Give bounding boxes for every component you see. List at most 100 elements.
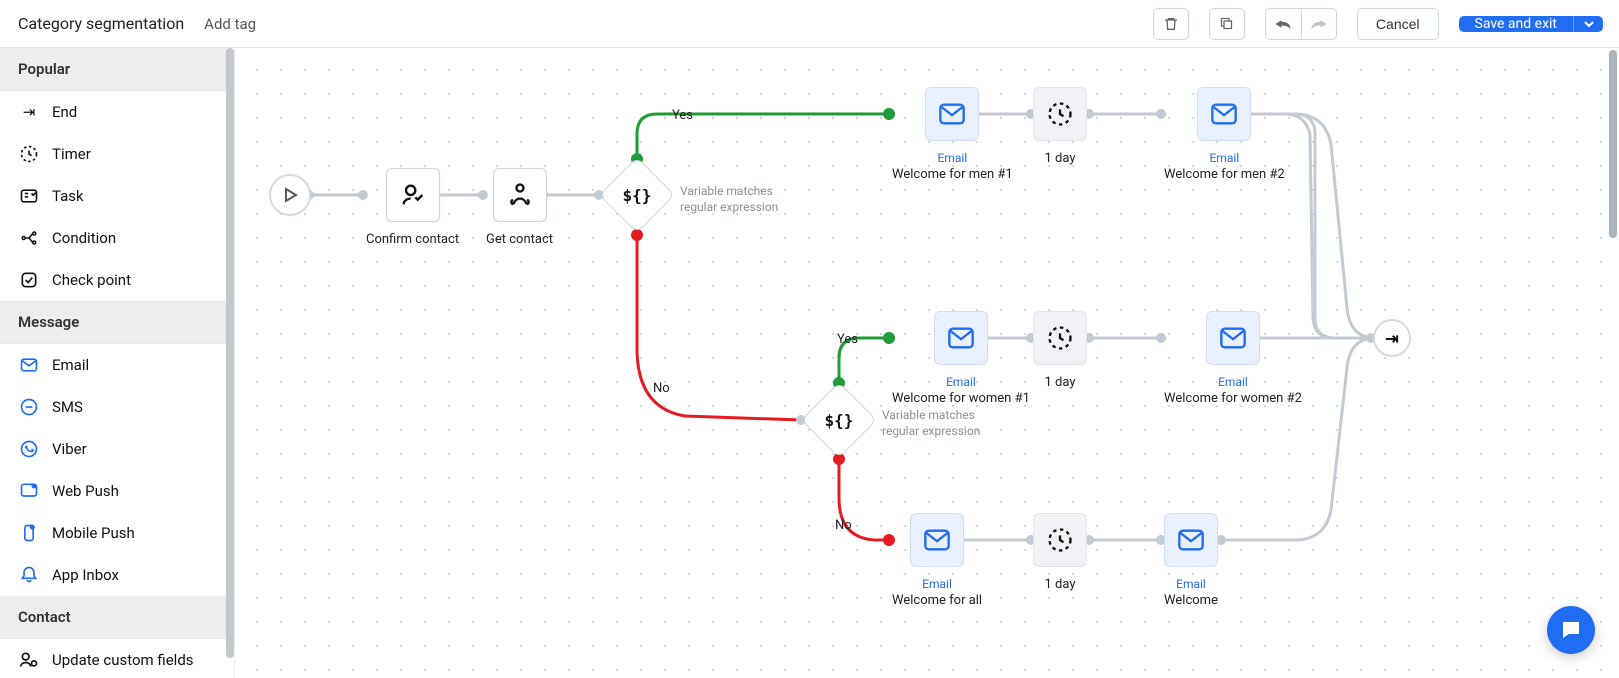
page-title: Category segmentation xyxy=(18,14,184,33)
branch-no-2: No xyxy=(835,518,852,533)
sidebar-item-condition[interactable]: Condition xyxy=(0,217,226,259)
redo-icon xyxy=(1310,17,1328,31)
variable-icon: ${} xyxy=(623,186,652,205)
node-get-contact[interactable]: Get contact xyxy=(486,168,553,247)
end-icon: ⇥ xyxy=(1385,329,1398,348)
sidebar-item-appinbox[interactable]: App Inbox xyxy=(0,554,226,596)
variable-icon: ${} xyxy=(825,411,854,430)
node-timer-row1[interactable]: 1 day xyxy=(1033,87,1087,166)
sidebar-section-contact: Contact xyxy=(0,596,226,639)
node-condition-1[interactable]: ${} xyxy=(610,168,664,222)
cancel-button[interactable]: Cancel xyxy=(1357,8,1439,40)
node-email-women-1[interactable]: Email Welcome for women #1 xyxy=(892,311,1030,406)
email-icon xyxy=(938,102,966,126)
condition-1-desc: Variable matches regular expression xyxy=(680,184,810,215)
sidebar-item-checkpoint[interactable]: Check point xyxy=(0,259,226,301)
node-timer-row2[interactable]: 1 day xyxy=(1033,311,1087,390)
sidebar-item-webpush[interactable]: Web Push xyxy=(0,470,226,512)
sidebar-item-label: Check point xyxy=(52,271,131,289)
node-condition-2[interactable]: ${} xyxy=(812,393,866,447)
node-confirm-contact[interactable]: Confirm contact xyxy=(366,168,459,247)
branch-yes-2: Yes xyxy=(837,332,858,347)
node-email-all-1[interactable]: Email Welcome for all xyxy=(892,513,982,608)
sidebar-item-email[interactable]: Email xyxy=(0,344,226,386)
node-start[interactable] xyxy=(269,174,311,216)
copy-button[interactable] xyxy=(1209,8,1245,40)
node-label: Welcome xyxy=(1164,593,1218,608)
node-type: Email xyxy=(1176,577,1206,591)
node-email-all-2[interactable]: Email Welcome xyxy=(1164,513,1218,608)
sidebar-item-timer[interactable]: Timer xyxy=(0,133,226,175)
confirm-contact-icon xyxy=(399,181,427,209)
node-timer-row3[interactable]: 1 day xyxy=(1033,513,1087,592)
canvas[interactable]: Confirm contact Get contact ${} Variable… xyxy=(234,48,1619,678)
node-email-men-1[interactable]: Email Welcome for men #1 xyxy=(892,87,1013,182)
timer-icon xyxy=(1046,526,1074,554)
sidebar-scrollbar[interactable] xyxy=(226,48,234,658)
node-end[interactable]: ⇥ xyxy=(1373,319,1411,357)
sidebar-item-sms[interactable]: SMS xyxy=(0,386,226,428)
appinbox-icon xyxy=(18,564,40,586)
branch-yes-1: Yes xyxy=(672,108,693,123)
undo-icon xyxy=(1274,17,1292,31)
chat-icon xyxy=(1559,618,1583,642)
sidebar-item-task[interactable]: Task xyxy=(0,175,226,217)
checkpoint-icon xyxy=(18,269,40,291)
node-label: Welcome for men #2 xyxy=(1164,167,1285,182)
chevron-down-icon xyxy=(1583,18,1595,30)
node-type: Email xyxy=(937,151,967,165)
node-label: Welcome for women #2 xyxy=(1164,391,1302,406)
email-icon xyxy=(923,528,951,552)
sidebar-item-mobilepush[interactable]: Mobile Push xyxy=(0,512,226,554)
sidebar-item-label: SMS xyxy=(52,398,83,416)
sms-icon xyxy=(18,396,40,418)
sidebar-item-label: Viber xyxy=(52,440,87,458)
trash-icon xyxy=(1163,16,1179,32)
email-icon xyxy=(18,354,40,376)
sidebar-section-popular: Popular xyxy=(0,48,226,91)
branch-no-1: No xyxy=(653,381,670,396)
email-icon xyxy=(1210,102,1238,126)
sidebar-section-message: Message xyxy=(0,301,226,344)
save-options-button[interactable] xyxy=(1573,16,1603,32)
timer-icon xyxy=(1046,324,1074,352)
sidebar-item-label: Update custom fields xyxy=(52,651,194,669)
email-icon xyxy=(1177,528,1205,552)
mobilepush-icon xyxy=(18,522,40,544)
timer-icon xyxy=(18,143,40,165)
sidebar-item-update-fields[interactable]: Update custom fields xyxy=(0,639,226,678)
task-icon xyxy=(18,185,40,207)
condition-2-desc: Variable matches regular expression xyxy=(882,408,1012,439)
save-button[interactable]: Save and exit xyxy=(1459,16,1573,32)
node-email-men-2[interactable]: Email Welcome for men #2 xyxy=(1164,87,1285,182)
sidebar-item-label: Task xyxy=(52,187,84,205)
undo-button[interactable] xyxy=(1265,8,1301,40)
viber-icon xyxy=(18,438,40,460)
node-type: Email xyxy=(1209,151,1239,165)
canvas-scrollbar[interactable] xyxy=(1607,48,1619,678)
node-email-women-2[interactable]: Email Welcome for women #2 xyxy=(1164,311,1302,406)
add-tag-button[interactable]: Add tag xyxy=(204,15,256,33)
timer-icon xyxy=(1046,100,1074,128)
email-icon xyxy=(947,326,975,350)
sidebar-item-label: Timer xyxy=(52,145,91,163)
update-fields-icon xyxy=(18,649,40,671)
node-type: Email xyxy=(1218,375,1248,389)
sidebar-item-label: End xyxy=(52,103,77,121)
delete-button[interactable] xyxy=(1153,8,1189,40)
play-icon xyxy=(282,187,298,203)
node-label: 1 day xyxy=(1045,151,1076,166)
node-label: 1 day xyxy=(1045,375,1076,390)
node-label: Welcome for men #1 xyxy=(892,167,1013,182)
sidebar-item-end[interactable]: ⇥End xyxy=(0,91,226,133)
node-label: 1 day xyxy=(1045,577,1076,592)
sidebar-item-label: Web Push xyxy=(52,482,119,500)
chat-fab[interactable] xyxy=(1547,606,1595,654)
sidebar-item-viber[interactable]: Viber xyxy=(0,428,226,470)
sidebar-item-label: App Inbox xyxy=(52,566,119,584)
node-type: Email xyxy=(946,375,976,389)
redo-button[interactable] xyxy=(1301,8,1337,40)
get-contact-icon xyxy=(506,181,534,209)
sidebar-item-label: Mobile Push xyxy=(52,524,135,542)
sidebar-item-label: Condition xyxy=(52,229,116,247)
